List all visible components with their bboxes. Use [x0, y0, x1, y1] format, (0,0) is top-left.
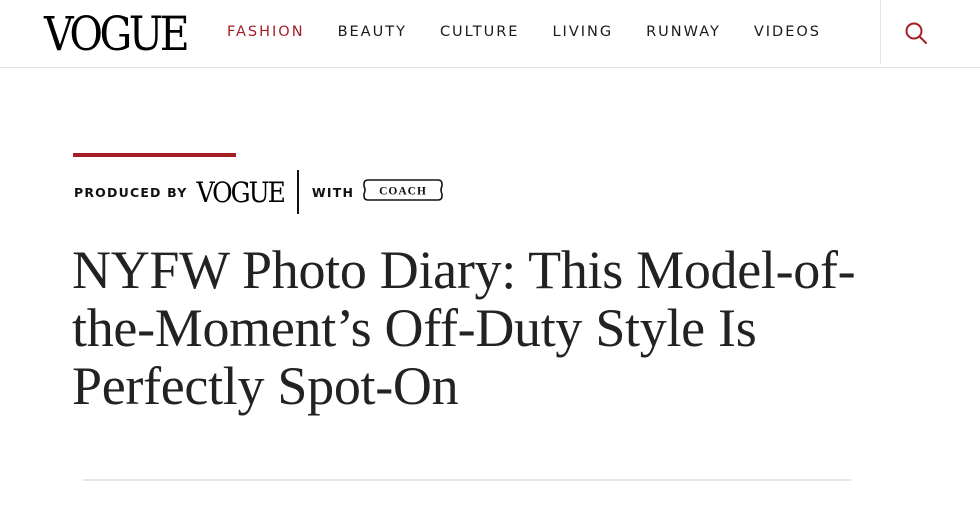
with-label: WITH — [311, 184, 355, 200]
main-nav: FASHION BEAUTY CULTURE LIVING RUNWAY VID… — [227, 0, 821, 64]
vogue-logo[interactable]: VOGUE — [44, 4, 190, 64]
nav-link-beauty[interactable]: BEAUTY — [338, 24, 407, 40]
partner-logo: COACH — [362, 178, 444, 207]
nav-link-fashion[interactable]: FASHION — [227, 24, 305, 40]
nav-link-culture[interactable]: CULTURE — [440, 24, 520, 40]
accent-rule — [73, 153, 236, 157]
search-area — [880, 0, 980, 64]
nav-item-beauty: BEAUTY — [338, 24, 407, 40]
article-headline: NYFW Photo Diary: This Model-of-the-Mome… — [72, 240, 856, 416]
nav-item-living: LIVING — [552, 24, 613, 40]
producer-logo: VOGUE — [196, 175, 285, 209]
sponsor-line: PRODUCED BY VOGUE WITH COACH — [74, 170, 444, 214]
nav-link-videos[interactable]: VIDEOS — [754, 24, 821, 40]
content-divider — [83, 479, 851, 481]
partner-logo-text: COACH — [379, 185, 427, 197]
nav-link-runway[interactable]: RUNWAY — [646, 24, 721, 40]
sponsor-divider — [296, 170, 299, 214]
nav-item-videos: VIDEOS — [754, 24, 821, 40]
site-header: VOGUE FASHION BEAUTY CULTURE LIVING RUNW… — [0, 0, 980, 68]
search-button[interactable] — [904, 21, 928, 45]
nav-item-fashion: FASHION — [227, 24, 305, 40]
nav-item-culture: CULTURE — [440, 24, 520, 40]
nav-link-living[interactable]: LIVING — [552, 24, 613, 40]
produced-by-label: PRODUCED BY — [74, 184, 188, 200]
search-icon — [905, 22, 927, 44]
nav-item-runway: RUNWAY — [646, 24, 721, 40]
